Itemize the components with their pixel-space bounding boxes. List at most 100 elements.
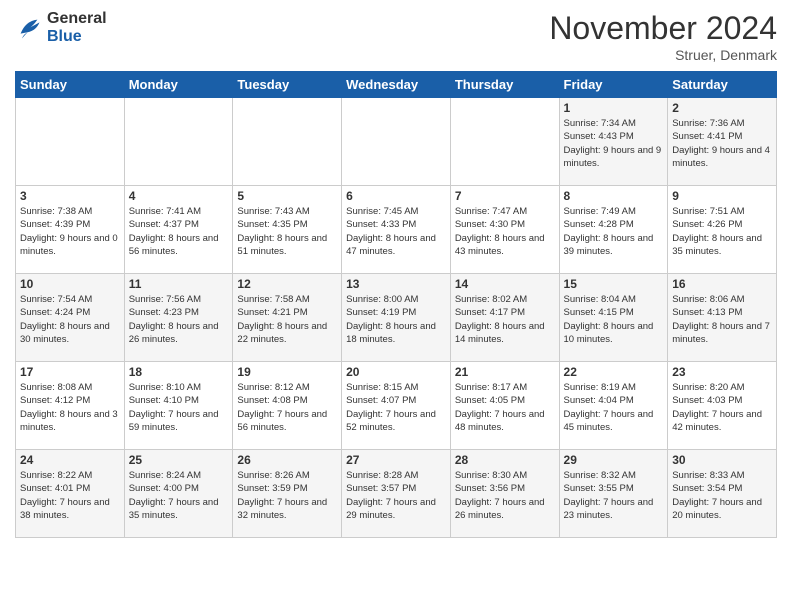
calendar-cell: 29 Sunrise: 8:32 AMSunset: 3:55 PMDayligh… <box>559 450 668 538</box>
day-number: 8 <box>564 189 664 203</box>
calendar-cell: 9 Sunrise: 7:51 AMSunset: 4:26 PMDaylight… <box>668 186 777 274</box>
logo-bird-icon <box>15 14 43 42</box>
calendar-cell <box>450 98 559 186</box>
day-info: Sunrise: 7:54 AMSunset: 4:24 PMDaylight:… <box>20 293 120 346</box>
month-title: November 2024 <box>549 10 777 47</box>
day-info: Sunrise: 7:51 AMSunset: 4:26 PMDaylight:… <box>672 205 772 258</box>
day-number: 7 <box>455 189 555 203</box>
calendar-cell: 17 Sunrise: 8:08 AMSunset: 4:12 PMDayligh… <box>16 362 125 450</box>
day-number: 21 <box>455 365 555 379</box>
day-number: 16 <box>672 277 772 291</box>
day-info: Sunrise: 7:56 AMSunset: 4:23 PMDaylight:… <box>129 293 229 346</box>
calendar: SundayMondayTuesdayWednesdayThursdayFrid… <box>15 71 777 538</box>
day-info: Sunrise: 7:34 AMSunset: 4:43 PMDaylight:… <box>564 117 664 170</box>
day-info: Sunrise: 7:49 AMSunset: 4:28 PMDaylight:… <box>564 205 664 258</box>
day-info: Sunrise: 8:26 AMSunset: 3:59 PMDaylight:… <box>237 469 337 522</box>
day-number: 14 <box>455 277 555 291</box>
logo: General Blue <box>15 10 107 46</box>
day-info: Sunrise: 8:00 AMSunset: 4:19 PMDaylight:… <box>346 293 446 346</box>
day-number: 27 <box>346 453 446 467</box>
day-number: 4 <box>129 189 229 203</box>
title-block: November 2024 Struer, Denmark <box>549 10 777 63</box>
day-of-week-saturday: Saturday <box>668 72 777 98</box>
logo-blue: Blue <box>47 28 82 45</box>
day-info: Sunrise: 8:12 AMSunset: 4:08 PMDaylight:… <box>237 381 337 434</box>
day-number: 2 <box>672 101 772 115</box>
calendar-cell: 12Sunrise: 7:58 AMSunset: 4:21 PMDayligh… <box>233 274 342 362</box>
day-number: 10 <box>20 277 120 291</box>
day-number: 24 <box>20 453 120 467</box>
calendar-cell: 11 Sunrise: 7:56 AMSunset: 4:23 PMDayligh… <box>124 274 233 362</box>
week-row-3: 10 Sunrise: 7:54 AMSunset: 4:24 PMDayligh… <box>16 274 777 362</box>
day-number: 9 <box>672 189 772 203</box>
day-number: 26 <box>237 453 337 467</box>
calendar-cell: 27 Sunrise: 8:28 AMSunset: 3:57 PMDayligh… <box>342 450 451 538</box>
day-of-week-friday: Friday <box>559 72 668 98</box>
header: General Blue November 2024 Struer, Denma… <box>15 10 777 63</box>
logo-general: General <box>47 10 107 27</box>
day-number: 29 <box>564 453 664 467</box>
calendar-cell: 14Sunrise: 8:02 AMSunset: 4:17 PMDayligh… <box>450 274 559 362</box>
day-info: Sunrise: 7:47 AMSunset: 4:30 PMDaylight:… <box>455 205 555 258</box>
calendar-cell: 30Sunrise: 8:33 AMSunset: 3:54 PMDayligh… <box>668 450 777 538</box>
calendar-cell: 13 Sunrise: 8:00 AMSunset: 4:19 PMDayligh… <box>342 274 451 362</box>
calendar-body: 1 Sunrise: 7:34 AMSunset: 4:43 PMDaylight… <box>16 98 777 538</box>
day-info: Sunrise: 7:58 AMSunset: 4:21 PMDaylight:… <box>237 293 337 346</box>
day-info: Sunrise: 8:33 AMSunset: 3:54 PMDaylight:… <box>672 469 772 522</box>
calendar-cell: 15Sunrise: 8:04 AMSunset: 4:15 PMDayligh… <box>559 274 668 362</box>
day-of-week-tuesday: Tuesday <box>233 72 342 98</box>
calendar-cell <box>233 98 342 186</box>
day-info: Sunrise: 8:08 AMSunset: 4:12 PMDaylight:… <box>20 381 120 434</box>
day-info: Sunrise: 8:30 AMSunset: 3:56 PMDaylight:… <box>455 469 555 522</box>
day-info: Sunrise: 8:17 AMSunset: 4:05 PMDaylight:… <box>455 381 555 434</box>
day-number: 15 <box>564 277 664 291</box>
calendar-cell: 8 Sunrise: 7:49 AMSunset: 4:28 PMDaylight… <box>559 186 668 274</box>
day-number: 25 <box>129 453 229 467</box>
calendar-cell: 22Sunrise: 8:19 AMSunset: 4:04 PMDayligh… <box>559 362 668 450</box>
calendar-cell: 19Sunrise: 8:12 AMSunset: 4:08 PMDayligh… <box>233 362 342 450</box>
calendar-cell: 28 Sunrise: 8:30 AMSunset: 3:56 PMDayligh… <box>450 450 559 538</box>
day-info: Sunrise: 7:43 AMSunset: 4:35 PMDaylight:… <box>237 205 337 258</box>
day-info: Sunrise: 8:06 AMSunset: 4:13 PMDaylight:… <box>672 293 772 346</box>
calendar-cell: 6Sunrise: 7:45 AMSunset: 4:33 PMDaylight… <box>342 186 451 274</box>
day-info: Sunrise: 8:15 AMSunset: 4:07 PMDaylight:… <box>346 381 446 434</box>
day-number: 11 <box>129 277 229 291</box>
day-info: Sunrise: 8:28 AMSunset: 3:57 PMDaylight:… <box>346 469 446 522</box>
day-of-week-monday: Monday <box>124 72 233 98</box>
calendar-cell <box>16 98 125 186</box>
location: Struer, Denmark <box>549 47 777 63</box>
week-row-4: 17 Sunrise: 8:08 AMSunset: 4:12 PMDayligh… <box>16 362 777 450</box>
calendar-cell: 18 Sunrise: 8:10 AMSunset: 4:10 PMDayligh… <box>124 362 233 450</box>
day-number: 13 <box>346 277 446 291</box>
days-of-week-row: SundayMondayTuesdayWednesdayThursdayFrid… <box>16 72 777 98</box>
calendar-cell: 26 Sunrise: 8:26 AMSunset: 3:59 PMDayligh… <box>233 450 342 538</box>
day-info: Sunrise: 8:32 AMSunset: 3:55 PMDaylight:… <box>564 469 664 522</box>
week-row-5: 24 Sunrise: 8:22 AMSunset: 4:01 PMDayligh… <box>16 450 777 538</box>
calendar-cell: 3 Sunrise: 7:38 AMSunset: 4:39 PMDaylight… <box>16 186 125 274</box>
day-info: Sunrise: 8:19 AMSunset: 4:04 PMDaylight:… <box>564 381 664 434</box>
calendar-cell: 7 Sunrise: 7:47 AMSunset: 4:30 PMDaylight… <box>450 186 559 274</box>
day-info: Sunrise: 8:22 AMSunset: 4:01 PMDaylight:… <box>20 469 120 522</box>
calendar-cell: 5 Sunrise: 7:43 AMSunset: 4:35 PMDaylight… <box>233 186 342 274</box>
day-info: Sunrise: 8:24 AMSunset: 4:00 PMDaylight:… <box>129 469 229 522</box>
calendar-cell: 16 Sunrise: 8:06 AMSunset: 4:13 PMDayligh… <box>668 274 777 362</box>
calendar-cell <box>342 98 451 186</box>
day-info: Sunrise: 7:38 AMSunset: 4:39 PMDaylight:… <box>20 205 120 258</box>
calendar-cell <box>124 98 233 186</box>
calendar-cell: 23Sunrise: 8:20 AMSunset: 4:03 PMDayligh… <box>668 362 777 450</box>
week-row-1: 1 Sunrise: 7:34 AMSunset: 4:43 PMDaylight… <box>16 98 777 186</box>
day-info: Sunrise: 8:10 AMSunset: 4:10 PMDaylight:… <box>129 381 229 434</box>
calendar-cell: 4Sunrise: 7:41 AMSunset: 4:37 PMDaylight… <box>124 186 233 274</box>
day-number: 5 <box>237 189 337 203</box>
day-number: 28 <box>455 453 555 467</box>
calendar-cell: 2 Sunrise: 7:36 AMSunset: 4:41 PMDaylight… <box>668 98 777 186</box>
day-info: Sunrise: 8:20 AMSunset: 4:03 PMDaylight:… <box>672 381 772 434</box>
day-number: 1 <box>564 101 664 115</box>
day-info: Sunrise: 7:45 AMSunset: 4:33 PMDaylight:… <box>346 205 446 258</box>
calendar-cell: 25 Sunrise: 8:24 AMSunset: 4:00 PMDayligh… <box>124 450 233 538</box>
day-number: 17 <box>20 365 120 379</box>
day-number: 3 <box>20 189 120 203</box>
day-number: 18 <box>129 365 229 379</box>
day-info: Sunrise: 7:36 AMSunset: 4:41 PMDaylight:… <box>672 117 772 170</box>
week-row-2: 3 Sunrise: 7:38 AMSunset: 4:39 PMDaylight… <box>16 186 777 274</box>
